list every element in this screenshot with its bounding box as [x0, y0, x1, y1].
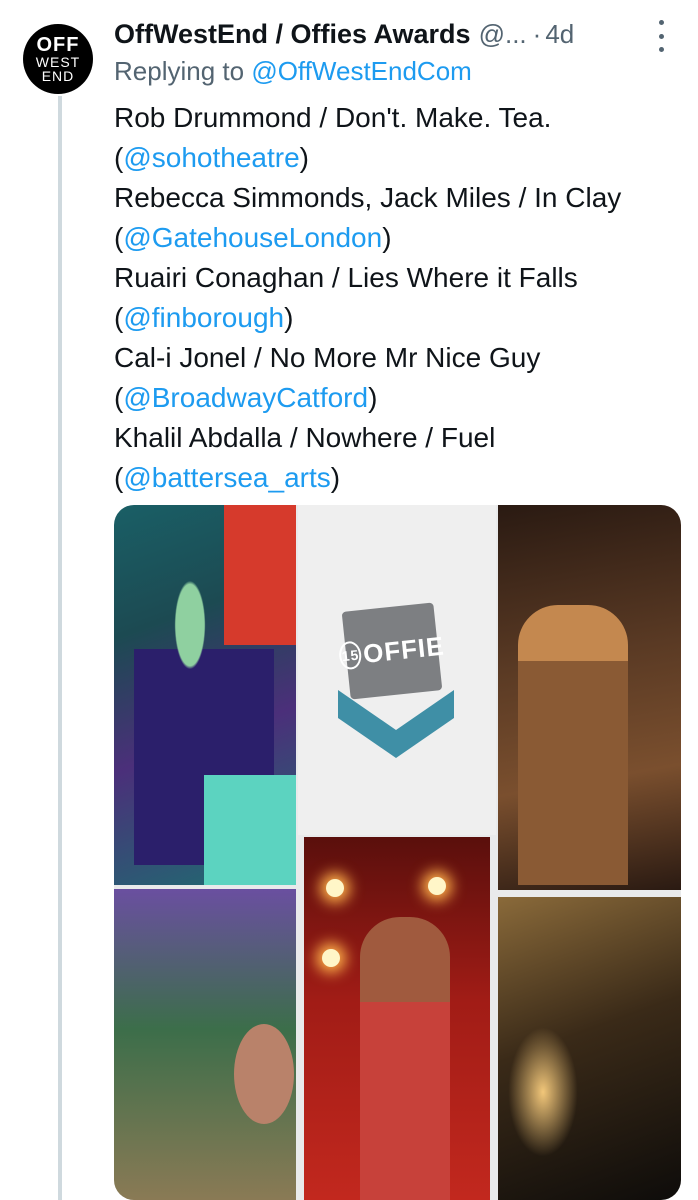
mention-link[interactable]: @battersea_arts — [123, 462, 330, 493]
offie-logo-panel: 15 OFFIE — [298, 505, 496, 835]
photo-potter-with-bowl — [498, 505, 681, 890]
offie-badge: 15 OFFIE — [338, 602, 446, 700]
offie-badge-number: 15 — [338, 640, 363, 671]
mention-link[interactable]: @finborough — [123, 302, 284, 333]
avatar-text-end: END — [41, 68, 75, 84]
mention-link[interactable]: @sohotheatre — [123, 142, 299, 173]
photo-actor-purple-backdrop — [114, 889, 296, 1200]
separator-dot: · — [532, 18, 542, 49]
tweet-text-line: (@sohotheatre) — [114, 142, 309, 173]
avatar[interactable]: OFF WEST END — [23, 24, 93, 94]
tweet-text-line: (@finborough) — [114, 302, 294, 333]
tweet-text-line: Khalil Abdalla / Nowhere / Fuel — [114, 422, 496, 453]
chevron-down-icon — [338, 690, 454, 758]
photo-performer-green-stage — [114, 505, 296, 885]
replying-to-handle-link[interactable]: @OffWestEndCom — [251, 56, 472, 86]
mention-link[interactable]: @BroadwayCatford — [123, 382, 368, 413]
author-name[interactable]: OffWestEnd / Offies Awards — [114, 19, 471, 50]
tweet-text-line: (@GatehouseLondon) — [114, 222, 392, 253]
replying-to-label: Replying to — [114, 56, 245, 86]
avatar-text-off: OFF — [36, 34, 80, 56]
tweet-text-line: Cal-i Jonel / No More Mr Nice Guy — [114, 342, 541, 373]
avatar-text-west: WEST — [35, 54, 81, 70]
tweet-text-line: (@BroadwayCatford) — [114, 382, 378, 413]
tweet-text-line: Rebecca Simmonds, Jack Miles / In Clay — [114, 182, 622, 213]
mention-link[interactable]: @GatehouseLondon — [123, 222, 382, 253]
thread-line — [58, 96, 62, 1200]
timestamp[interactable]: 4d — [545, 19, 574, 50]
more-options-icon[interactable] — [652, 20, 670, 52]
author-handle[interactable]: @... — [479, 19, 527, 50]
tweet-text: Rob Drummond / Don't. Make. Tea. (@sohot… — [114, 98, 684, 498]
photo-actor-golden-light — [498, 897, 681, 1200]
tweet-text-line: Ruairi Conaghan / Lies Where it Falls — [114, 262, 578, 293]
photo-guitarist-red-stage — [304, 837, 490, 1200]
tweet-text-line: (@battersea_arts) — [114, 462, 341, 493]
replying-to: Replying to @OffWestEndCom — [114, 56, 472, 87]
tweet-text-line: Rob Drummond / Don't. Make. Tea. — [114, 102, 552, 133]
tweet-media-collage[interactable]: 15 OFFIE — [114, 505, 681, 1200]
offie-badge-text: OFFIE — [361, 630, 446, 669]
tweet-header: OffWestEnd / Offies Awards @... · 4d — [114, 14, 684, 54]
